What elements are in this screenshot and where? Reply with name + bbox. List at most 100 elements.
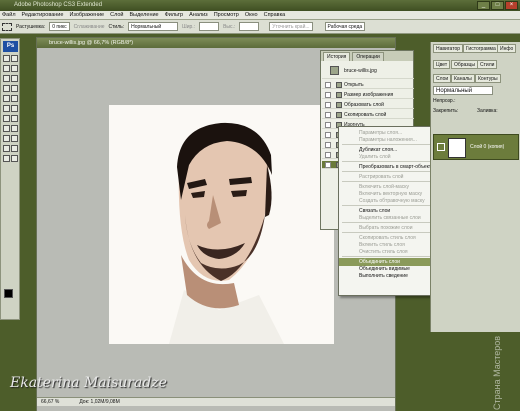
height-label: Выс.: bbox=[223, 23, 236, 30]
menu-select[interactable]: Выделение bbox=[129, 12, 158, 18]
slice-tool-icon[interactable] bbox=[11, 75, 18, 82]
app-title: Adobe Photoshop CS3 Extended bbox=[14, 2, 103, 8]
maximize-button[interactable]: □ bbox=[491, 1, 504, 10]
menu-edit[interactable]: Редактирование bbox=[22, 12, 64, 18]
brush-tool-icon[interactable] bbox=[11, 85, 18, 92]
history-item-label: Открыть bbox=[344, 82, 364, 88]
tab-actions[interactable]: Операции bbox=[352, 52, 384, 61]
menu-analysis[interactable]: Анализ bbox=[189, 12, 208, 18]
eraser-tool-icon[interactable] bbox=[3, 105, 10, 112]
eye-icon[interactable] bbox=[437, 143, 445, 151]
text-tool-icon[interactable] bbox=[11, 125, 18, 132]
menu-view[interactable]: Просмотр bbox=[214, 12, 239, 18]
feather-input[interactable]: 0 пикс bbox=[49, 22, 70, 31]
site-watermark: Страна Мастеров bbox=[492, 335, 502, 410]
tab-styles[interactable]: Стили bbox=[477, 60, 498, 69]
options-bar: Растушевка: 0 пикс Сглаживание Стиль: Но… bbox=[0, 20, 520, 34]
close-button[interactable]: × bbox=[505, 1, 518, 10]
photoshop-logo: Ps bbox=[3, 41, 18, 52]
tab-swatches[interactable]: Образцы bbox=[451, 60, 479, 69]
style-label: Стиль: bbox=[108, 23, 125, 30]
history-brush-source-icon[interactable] bbox=[325, 132, 331, 138]
history-item-label: Образовать слой bbox=[344, 102, 384, 108]
hand-tool-icon[interactable] bbox=[3, 155, 10, 162]
tab-info[interactable]: Инфо bbox=[497, 44, 517, 53]
gradient-tool-icon[interactable] bbox=[11, 105, 18, 112]
tab-paths[interactable]: Контуры bbox=[475, 74, 501, 83]
history-brush-source-icon[interactable] bbox=[325, 92, 331, 98]
history-item[interactable]: Открыть bbox=[322, 81, 414, 89]
history-brush-source-icon[interactable] bbox=[325, 152, 331, 158]
tools-panel: Ps bbox=[0, 38, 20, 320]
history-item[interactable]: Образовать слой bbox=[322, 101, 414, 109]
history-brush-source-icon[interactable] bbox=[325, 82, 331, 88]
menu-filter[interactable]: Фильтр bbox=[165, 12, 183, 18]
menu-layer[interactable]: Слой bbox=[110, 12, 123, 18]
history-brush-source-icon[interactable] bbox=[325, 122, 331, 128]
tab-histogram[interactable]: Гистограмма bbox=[463, 44, 499, 53]
marquee-tool-icon[interactable] bbox=[2, 22, 12, 31]
status-bar: 66,67 % Док: 1,02M/9,08M bbox=[37, 397, 395, 406]
history-brush-source-icon[interactable] bbox=[325, 162, 331, 168]
eyedropper-tool-icon[interactable] bbox=[11, 145, 18, 152]
tab-history[interactable]: История bbox=[323, 52, 351, 61]
portrait-image bbox=[109, 105, 334, 344]
blur-tool-icon[interactable] bbox=[3, 115, 10, 122]
menu-file[interactable]: Файл bbox=[2, 12, 16, 18]
history-brush-tool-icon[interactable] bbox=[11, 95, 18, 102]
style-select[interactable]: Нормальный bbox=[128, 22, 179, 31]
blend-mode-select[interactable]: Нормальный bbox=[433, 86, 493, 95]
path-select-tool-icon[interactable] bbox=[3, 135, 10, 142]
snapshot-thumbnail-icon bbox=[330, 66, 339, 75]
history-step-icon bbox=[336, 92, 342, 98]
antialias-checkbox[interactable]: Сглаживание bbox=[74, 24, 105, 30]
width-label: Шир.: bbox=[182, 23, 196, 30]
history-item-label: Размер изображения bbox=[344, 92, 394, 98]
author-watermark: Ekaterina Maisuradze bbox=[10, 375, 167, 391]
magic-wand-tool-icon[interactable] bbox=[11, 65, 18, 72]
crop-tool-icon[interactable] bbox=[3, 75, 10, 82]
portrait-canvas[interactable] bbox=[109, 105, 334, 344]
move-tool-icon[interactable] bbox=[3, 55, 10, 62]
layer-row[interactable]: Слой 0 (копия) bbox=[433, 134, 519, 160]
zoom-level[interactable]: 66,67 % bbox=[41, 398, 59, 406]
marquee-tool-icon[interactable] bbox=[11, 55, 18, 62]
history-brush-source-icon[interactable] bbox=[325, 102, 331, 108]
height-input[interactable] bbox=[239, 22, 260, 31]
workspace-button[interactable]: Рабочая среда bbox=[324, 22, 366, 31]
dodge-tool-icon[interactable] bbox=[11, 115, 18, 122]
zoom-tool-icon[interactable] bbox=[11, 155, 18, 162]
snapshot-label: bruce-willis.jpg bbox=[344, 68, 377, 74]
lasso-tool-icon[interactable] bbox=[3, 65, 10, 72]
tab-color[interactable]: Цвет bbox=[433, 60, 451, 69]
shape-tool-icon[interactable] bbox=[11, 135, 18, 142]
history-snapshot[interactable]: bruce-willis.jpg bbox=[322, 63, 414, 79]
history-brush-source-icon[interactable] bbox=[325, 142, 331, 148]
refine-edge-button[interactable]: Уточнить край... bbox=[269, 22, 313, 31]
tab-layers[interactable]: Слои bbox=[433, 74, 452, 83]
feather-label: Растушевка: bbox=[16, 23, 46, 30]
doc-size: Док: 1,02M/9,08M bbox=[79, 399, 120, 405]
foreground-color-swatch[interactable] bbox=[4, 289, 13, 298]
menu-window[interactable]: Окно bbox=[245, 12, 258, 18]
tab-navigator[interactable]: Навигатор bbox=[433, 44, 464, 53]
right-panels: Навигатор Гистограмма Инфо Цвет Образцы … bbox=[430, 42, 520, 332]
history-brush-source-icon[interactable] bbox=[325, 112, 331, 118]
notes-tool-icon[interactable] bbox=[3, 145, 10, 152]
history-tabs: История Операции bbox=[321, 51, 413, 61]
menu-image[interactable]: Изображение bbox=[69, 12, 104, 18]
history-item[interactable]: Скопировать слой bbox=[322, 111, 414, 119]
pen-tool-icon[interactable] bbox=[3, 125, 10, 132]
minimize-button[interactable]: _ bbox=[477, 1, 490, 10]
width-input[interactable] bbox=[199, 22, 220, 31]
history-item[interactable]: Размер изображения bbox=[322, 91, 414, 99]
layer-name[interactable]: Слой 0 (копия) bbox=[470, 144, 504, 150]
app-title-bar: Adobe Photoshop CS3 Extended _ □ × bbox=[0, 0, 520, 11]
tab-channels[interactable]: Каналы bbox=[451, 74, 475, 83]
document-title: bruce-willis.jpg @ 66,7% (RGB/8*) bbox=[37, 38, 395, 48]
stamp-tool-icon[interactable] bbox=[3, 95, 10, 102]
menu-help[interactable]: Справка bbox=[264, 12, 286, 18]
lock-label: Закрепить: bbox=[433, 108, 459, 114]
history-step-icon bbox=[336, 82, 342, 88]
healing-tool-icon[interactable] bbox=[3, 85, 10, 92]
